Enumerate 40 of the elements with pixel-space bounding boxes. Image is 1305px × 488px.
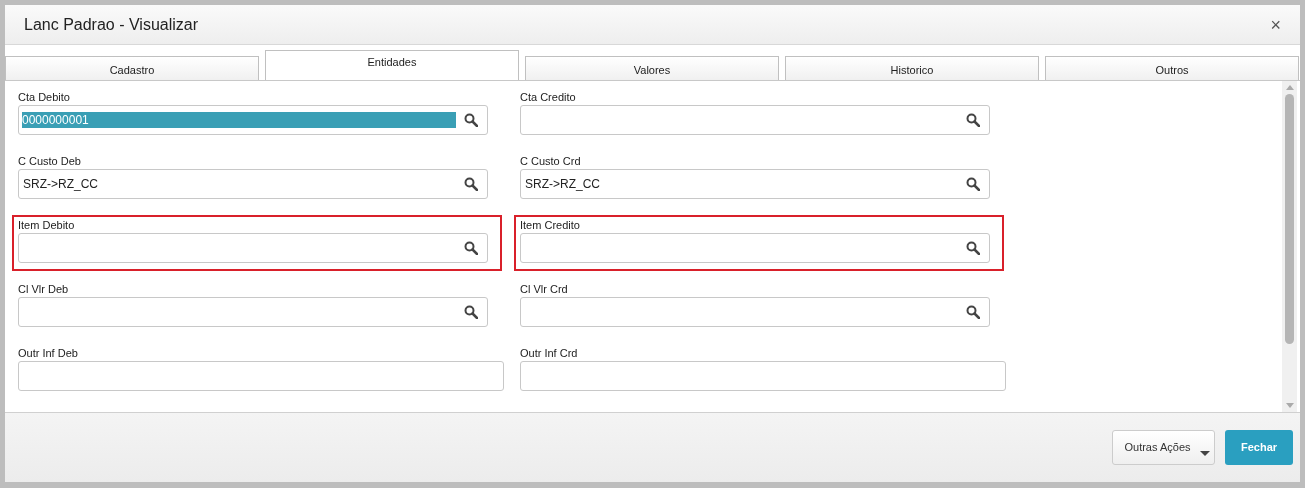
field-label: Item Debito xyxy=(18,218,76,232)
lookup-field[interactable] xyxy=(520,105,990,135)
search-icon[interactable] xyxy=(464,113,478,127)
more-actions-button[interactable]: Outras Ações xyxy=(1112,430,1215,465)
field-label: C Custo Deb xyxy=(18,154,82,168)
scrollbar[interactable] xyxy=(1282,81,1297,412)
search-icon[interactable] xyxy=(464,305,478,319)
field-label: Outr Inf Crd xyxy=(520,346,579,360)
field-label: Cl Vlr Crd xyxy=(520,282,569,296)
search-icon[interactable] xyxy=(966,113,980,127)
lookup-field[interactable] xyxy=(520,233,990,263)
input-field[interactable] xyxy=(520,361,1006,391)
tab[interactable]: Historico xyxy=(785,56,1039,80)
field-value: SRZ->RZ_CC xyxy=(524,176,601,192)
search-icon[interactable] xyxy=(966,305,980,319)
field-label: Outr Inf Deb xyxy=(18,346,79,360)
search-icon[interactable] xyxy=(966,241,980,255)
search-icon[interactable] xyxy=(464,241,478,255)
field-value: 0000000001 xyxy=(22,112,456,128)
lookup-field[interactable]: SRZ->RZ_CC xyxy=(18,169,488,199)
tab[interactable]: Cadastro xyxy=(5,56,259,80)
search-icon[interactable] xyxy=(464,177,478,191)
field-value: SRZ->RZ_CC xyxy=(22,176,99,192)
lookup-field[interactable]: SRZ->RZ_CC xyxy=(520,169,990,199)
caret-icon xyxy=(1200,451,1210,456)
lookup-field[interactable] xyxy=(520,297,990,327)
input-field[interactable] xyxy=(18,361,504,391)
tab[interactable]: Entidades xyxy=(265,50,519,80)
window-title: Lanc Padrao - Visualizar xyxy=(24,14,199,35)
tab[interactable]: Valores xyxy=(525,56,779,80)
search-icon[interactable] xyxy=(966,177,980,191)
field-label: Cta Credito xyxy=(520,90,577,104)
field-label: C Custo Crd xyxy=(520,154,582,168)
lookup-field[interactable] xyxy=(18,233,488,263)
tab[interactable]: Outros xyxy=(1045,56,1299,80)
field-label: Item Credito xyxy=(520,218,581,232)
field-label: Cta Debito xyxy=(18,90,71,104)
lookup-field[interactable] xyxy=(18,297,488,327)
field-label: Cl Vlr Deb xyxy=(18,282,70,296)
close-button[interactable]: × xyxy=(1270,15,1281,34)
